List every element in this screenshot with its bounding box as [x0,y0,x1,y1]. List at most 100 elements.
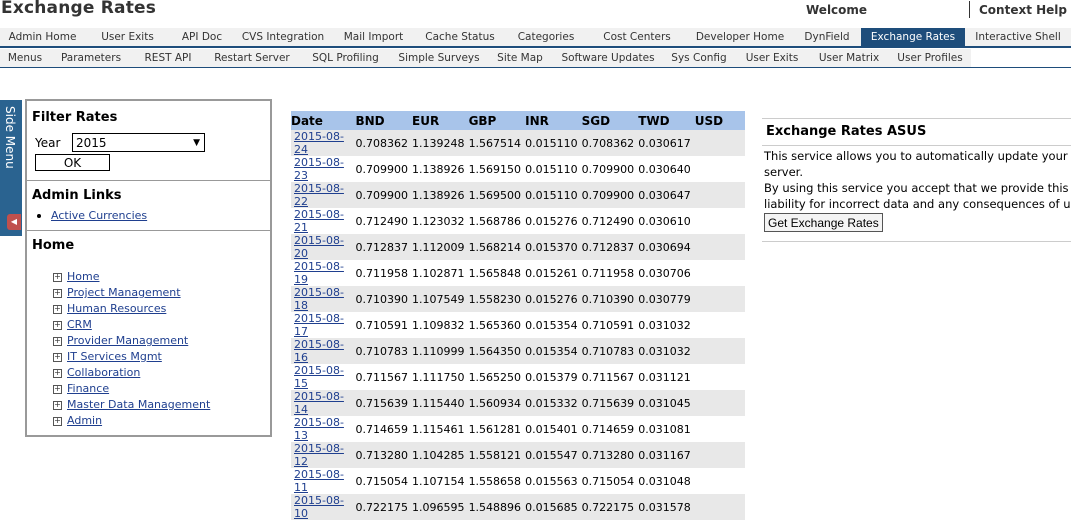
rate-cell: 0.030640 [638,156,695,182]
date-link[interactable]: 2015-08-13 [294,416,344,442]
date-link[interactable]: 2015-08-20 [294,234,344,260]
table-row: 2015-08-20 0.712837 1.112009 1.568214 0.0153… [291,234,745,260]
home-tree-link[interactable]: Collaboration [67,366,140,379]
side-menu-handle-icon[interactable]: ◀ [7,214,21,230]
expand-plus-icon[interactable]: + [53,288,62,298]
tab-user-exits[interactable]: User Exits [85,28,170,46]
home-tree-link[interactable]: Finance [67,382,109,395]
tab-dynfield[interactable]: DynField [793,28,861,46]
home-tree-item: + Master Data Management [53,397,210,413]
tab-mail-import[interactable]: Mail Import [332,28,415,46]
tab-software-updates[interactable]: Software Updates [553,49,663,67]
tab-parameters[interactable]: Parameters [50,49,132,67]
service-title: Exchange Rates ASUS [766,124,927,139]
date-link[interactable]: 2015-08-10 [294,494,344,520]
date-link[interactable]: 2015-08-12 [294,442,344,468]
rate-cell: 0.711567 [581,364,639,390]
expand-plus-icon[interactable]: + [53,352,62,362]
tab-developer-home[interactable]: Developer Home [687,28,793,46]
rate-cell: 0.015110 [525,130,582,156]
rate-cell: 0.709900 [355,182,413,208]
tab-menus[interactable]: Menus [0,49,50,67]
column-header: BND [355,111,413,130]
rate-cell: 1.548896 [468,494,526,520]
home-tree-link[interactable]: IT Services Mgmt [67,350,162,363]
tab-restart-server[interactable]: Restart Server [204,49,300,67]
active-currencies-link[interactable]: Active Currencies [51,209,147,222]
rate-cell [694,390,745,416]
home-tree-link[interactable]: Home [67,270,99,283]
tab-cvs-integration[interactable]: CVS Integration [234,28,332,46]
home-tree-link[interactable]: Project Management [67,286,181,299]
home-tree-link[interactable]: Provider Management [67,334,188,347]
date-link[interactable]: 2015-08-19 [294,260,344,286]
rate-cell: 0.031081 [638,416,695,442]
filter-panel: Filter Rates Year 2015 ▼ OK Admin Links … [25,99,272,437]
rate-cell: 0.710390 [581,286,639,312]
rate-cell: 0.031045 [638,390,695,416]
date-cell: 2015-08-10 [291,494,356,520]
date-link[interactable]: 2015-08-11 [294,468,344,494]
expand-plus-icon[interactable]: + [53,320,62,330]
home-tree-link[interactable]: Master Data Management [67,398,210,411]
expand-plus-icon[interactable]: + [53,272,62,282]
tab-user-matrix[interactable]: User Matrix [809,49,889,67]
table-row: 2015-08-23 0.709900 1.138926 1.569150 0.0151… [291,156,745,182]
rate-cell: 1.115461 [412,416,469,442]
tab-site-map[interactable]: Site Map [487,49,553,67]
header-divider [969,1,970,18]
date-link[interactable]: 2015-08-21 [294,208,344,234]
rate-cell: 0.712837 [581,234,639,260]
home-tree-link[interactable]: Admin [67,414,102,427]
date-link[interactable]: 2015-08-23 [294,156,344,182]
column-header: TWD [638,111,695,130]
expand-plus-icon[interactable]: + [53,304,62,314]
tab-sql-profiling[interactable]: SQL Profiling [300,49,391,67]
tab-api-doc[interactable]: API Doc [170,28,234,46]
date-link[interactable]: 2015-08-16 [294,338,344,364]
expand-plus-icon[interactable]: + [53,368,62,378]
rate-cell: 1.564350 [468,338,526,364]
tab-categories[interactable]: Categories [505,28,587,46]
table-row: 2015-08-22 0.709900 1.138926 1.569500 0.0151… [291,182,745,208]
rate-cell: 1.112009 [412,234,469,260]
tab-rest-api[interactable]: REST API [132,49,204,67]
tab-cache-status[interactable]: Cache Status [415,28,505,46]
date-cell: 2015-08-18 [291,286,356,312]
date-link[interactable]: 2015-08-18 [294,286,344,312]
tab-user-exits[interactable]: User Exits [735,49,809,67]
rate-cell [694,130,745,156]
expand-plus-icon[interactable]: + [53,384,62,394]
date-link[interactable]: 2015-08-15 [294,364,344,390]
date-link[interactable]: 2015-08-24 [294,130,344,156]
home-tree-link[interactable]: Human Resources [67,302,166,315]
expand-plus-icon[interactable]: + [53,400,62,410]
tab-exchange-rates[interactable]: Exchange Rates [861,28,965,46]
date-link[interactable]: 2015-08-17 [294,312,344,338]
admin-links-title: Admin Links [32,188,122,203]
get-exchange-rates-button[interactable]: Get Exchange Rates [764,213,883,232]
tab-cost-centers[interactable]: Cost Centers [587,28,687,46]
tab-admin-home[interactable]: Admin Home [0,28,85,46]
tab-sys-config[interactable]: Sys Config [663,49,735,67]
expand-plus-icon[interactable]: + [53,416,62,426]
rate-cell: 1.558121 [468,442,526,468]
column-header: Date [291,111,356,130]
exchange-rates-service-box: Exchange Rates ASUS This service allows … [762,118,1071,242]
home-tree-link[interactable]: CRM [67,318,92,331]
table-row: 2015-08-10 0.722175 1.096595 1.548896 0.0156… [291,494,745,520]
ok-button[interactable]: OK [35,154,110,171]
rate-cell: 0.722175 [581,494,639,520]
tab-simple-surveys[interactable]: Simple Surveys [391,49,487,67]
year-select[interactable]: 2015 ▼ [72,133,205,152]
date-link[interactable]: 2015-08-22 [294,182,344,208]
rate-cell: 0.714659 [581,416,639,442]
tab-row-2-underline [0,67,1071,68]
context-help-link[interactable]: Context Help [979,3,1067,17]
table-row: 2015-08-19 0.711958 1.102871 1.565848 0.0152… [291,260,745,286]
rate-cell: 1.102871 [412,260,469,286]
tab-user-profiles[interactable]: User Profiles [889,49,971,67]
date-link[interactable]: 2015-08-14 [294,390,344,416]
tab-interactive-shell[interactable]: Interactive Shell [965,28,1071,46]
expand-plus-icon[interactable]: + [53,336,62,346]
